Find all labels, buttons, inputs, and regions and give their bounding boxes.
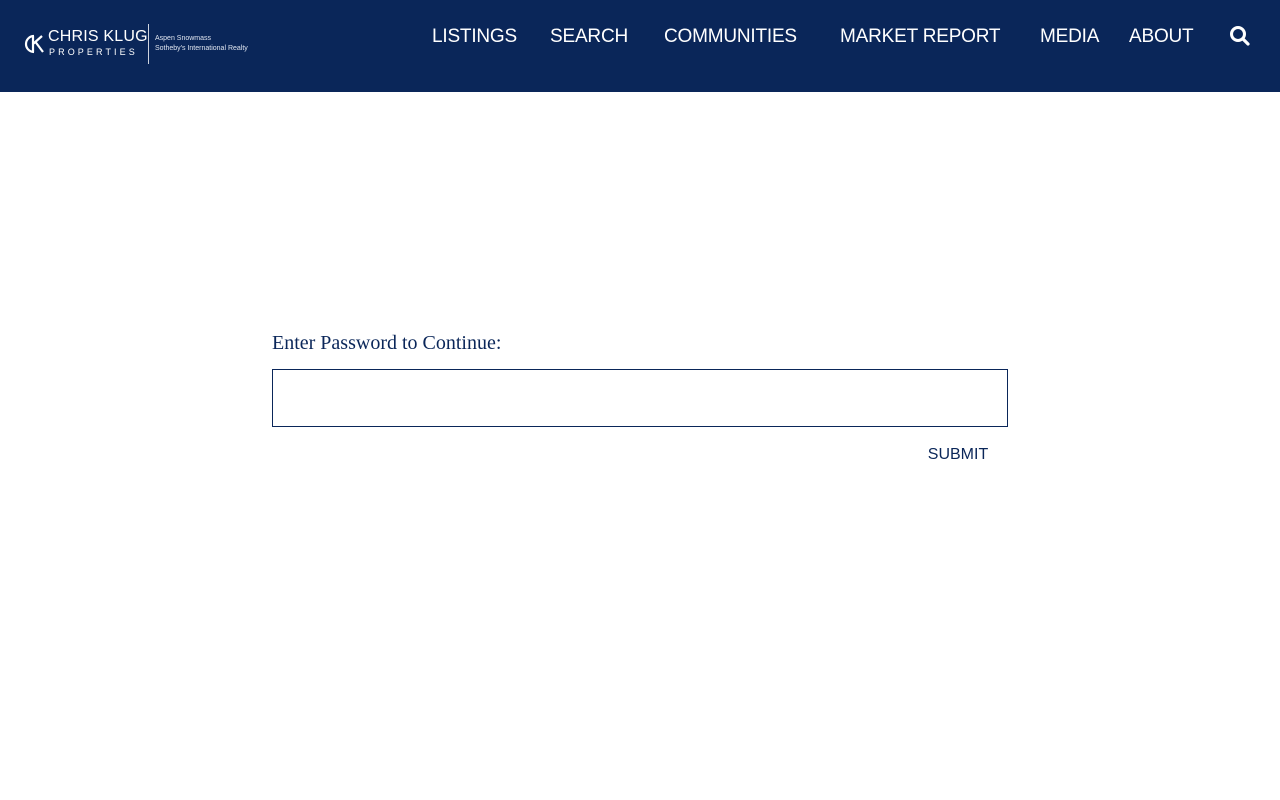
site-header: CHRIS KLUG PROPERTIES Aspen Snowmass Sot… [0,0,1280,92]
brand-tagline-line-2: Sotheby's International Realty [155,45,248,52]
brand-tagline-line-1: Aspen Snowmass [155,35,212,42]
search-button[interactable] [1228,24,1252,48]
ck-monogram-icon [24,34,44,54]
password-prompt-label: Enter Password to Continue: [272,332,502,354]
nav-item-about[interactable]: ABOUT [1129,26,1194,48]
nav-item-market-report[interactable]: MARKET REPORT [840,26,1001,48]
brand-subtitle: PROPERTIES [49,47,138,57]
nav-item-communities[interactable]: COMMUNITIES [664,26,797,48]
site-logo[interactable]: CHRIS KLUG PROPERTIES Aspen Snowmass Sot… [20,24,252,64]
brand-name: CHRIS KLUG [48,28,148,45]
logo-divider [148,24,149,64]
submit-button[interactable]: SUBMIT [918,442,998,468]
password-input[interactable] [272,369,1008,427]
nav-item-search[interactable]: SEARCH [550,26,628,48]
nav-item-listings[interactable]: LISTINGS [432,26,517,48]
search-icon [1230,26,1250,46]
nav-item-media[interactable]: MEDIA [1040,26,1099,48]
brand-tagline: Aspen Snowmass Sotheby's International R… [155,34,248,54]
